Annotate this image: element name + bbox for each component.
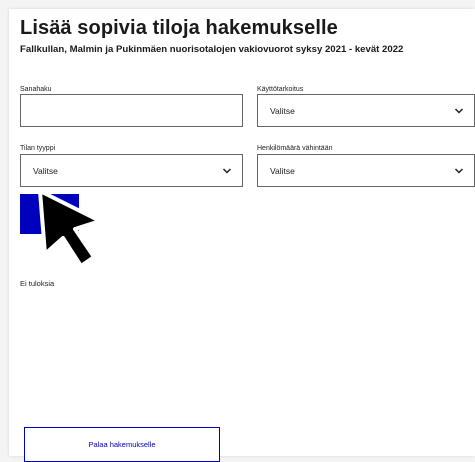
- mouse-pointer-icon: [38, 189, 102, 268]
- back-to-application-button[interactable]: Palaa hakemukselle: [24, 427, 220, 462]
- min-people-select-value: Valitse: [270, 166, 295, 176]
- page-title: Lisää sopivia tiloja hakemukselle: [20, 17, 338, 39]
- chevron-down-icon: [454, 168, 464, 174]
- chevron-down-icon: [222, 168, 232, 174]
- search-input[interactable]: [20, 94, 243, 127]
- min-people-select[interactable]: Valitse: [257, 154, 475, 187]
- page-subtitle: Fallkullan, Malmin ja Pukinmäen nuorisot…: [20, 44, 404, 55]
- space-type-select[interactable]: Valitse: [20, 154, 243, 187]
- purpose-select[interactable]: Valitse: [257, 94, 475, 127]
- search-label: Sanahaku: [20, 86, 52, 93]
- min-people-label: Henkilömäärä vähintään: [257, 145, 333, 152]
- space-type-label: Tilan tyyppi: [20, 145, 56, 152]
- chevron-down-icon: [454, 108, 464, 114]
- no-results-text: Ei tuloksia: [20, 279, 55, 288]
- purpose-label: Käyttötarkoitus: [257, 86, 304, 93]
- purpose-select-value: Valitse: [270, 106, 295, 116]
- space-type-select-value: Valitse: [33, 166, 58, 176]
